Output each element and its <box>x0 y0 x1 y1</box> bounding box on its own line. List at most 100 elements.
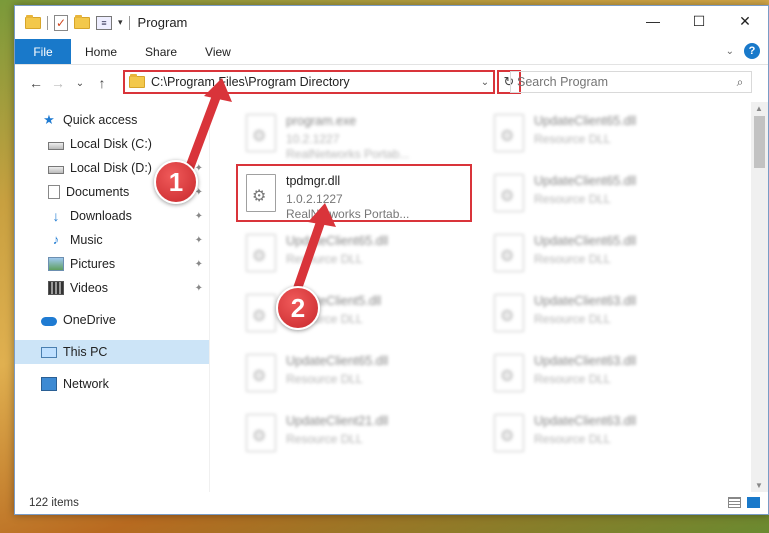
file-item[interactable]: UpdateClient65.dll Resource DLL <box>238 348 474 406</box>
address-path[interactable]: C:\Program Files\Program Directory <box>151 75 477 89</box>
sidebar-item-pictures[interactable]: Pictures ✦ <box>15 252 209 276</box>
ribbon-tabs: File Home Share View ⌄ ? <box>15 39 768 65</box>
pin-icon[interactable]: ✦ <box>195 139 203 150</box>
file-name: UpdateClient63.dll <box>534 294 637 308</box>
item-count: 122 items <box>29 497 79 509</box>
file-description: Resource DLL <box>286 432 363 446</box>
computer-icon <box>41 346 57 358</box>
search-input[interactable] <box>517 75 729 89</box>
up-button[interactable]: ↑ <box>91 75 113 91</box>
properties-check-icon[interactable]: ✓ <box>54 14 68 31</box>
file-item[interactable]: UpdateClient63.dll Resource DLL <box>486 348 722 406</box>
network-icon <box>41 377 57 391</box>
vertical-scrollbar[interactable]: ▲ ▼ <box>751 102 768 492</box>
tab-home[interactable]: Home <box>71 39 131 64</box>
file-name: UpdateClient65.dll <box>534 114 637 128</box>
step-1-marker: 1 <box>154 160 198 204</box>
file-item[interactable]: UpdateClient63.dll Resource DLL <box>486 288 722 346</box>
disk-icon <box>48 141 64 150</box>
scroll-down-icon[interactable]: ▼ <box>755 481 763 490</box>
title-bar: ✓ ≡ ▾ Program — ☐ ✕ <box>15 6 768 39</box>
pin-icon[interactable]: ✦ <box>195 211 203 222</box>
file-name: UpdateClient63.dll <box>534 414 637 428</box>
dll-file-icon <box>494 354 524 392</box>
file-name: UpdateClient21.dll <box>286 414 389 428</box>
explorer-window: ✓ ≡ ▾ Program — ☐ ✕ File Home Share View… <box>14 5 769 515</box>
scroll-up-icon[interactable]: ▲ <box>755 104 763 113</box>
tab-view[interactable]: View <box>191 39 245 64</box>
step-2-marker: 2 <box>276 286 320 330</box>
separator <box>47 15 48 30</box>
file-item[interactable]: UpdateClient5.dll Resource DLL <box>238 288 474 346</box>
folder-icon <box>25 14 41 29</box>
address-bar[interactable]: C:\Program Files\Program Directory ⌄ <box>123 70 495 94</box>
sidebar-item-videos[interactable]: Videos ✦ <box>15 276 209 300</box>
file-description: Resource DLL <box>534 132 611 146</box>
sidebar-item-network[interactable]: Network <box>15 372 209 396</box>
dll-file-icon <box>246 294 276 332</box>
file-description: Resource DLL <box>534 252 611 266</box>
highlight-box <box>236 164 472 222</box>
recent-locations-icon[interactable]: ⌄ <box>69 78 91 89</box>
file-name: UpdateClient65.dll <box>534 174 637 188</box>
file-item[interactable]: UpdateClient63.dll Resource DLL <box>486 408 722 466</box>
dll-file-icon <box>494 174 524 212</box>
file-name: UpdateClient65.dll <box>286 354 389 368</box>
tab-share[interactable]: Share <box>131 39 191 64</box>
sidebar-item-quick-access[interactable]: ★ Quick access <box>15 108 209 132</box>
customize-icon[interactable]: ≡ <box>96 15 112 30</box>
search-icon[interactable]: ⌕ <box>729 75 751 90</box>
navigation-bar: ← → ⌄ ↑ C:\Program Files\Program Directo… <box>15 65 768 101</box>
file-item[interactable]: UpdateClient65.dll Resource DLL <box>486 108 722 166</box>
qa-dropdown-icon[interactable]: ▾ <box>118 17 123 28</box>
tab-file[interactable]: File <box>15 39 71 64</box>
sidebar-item-local-disk-c[interactable]: Local Disk (C:) ✦ <box>15 132 209 156</box>
document-icon <box>48 185 60 199</box>
download-icon: ↓ <box>52 208 60 224</box>
file-description: Resource DLL <box>286 252 363 266</box>
file-name: program.exe <box>286 114 357 128</box>
close-button[interactable]: ✕ <box>722 6 768 36</box>
sidebar-item-onedrive[interactable]: OneDrive <box>15 308 209 332</box>
pin-icon[interactable]: ✦ <box>195 283 203 294</box>
new-folder-icon[interactable] <box>74 14 90 29</box>
minimize-button[interactable]: — <box>630 6 676 36</box>
sidebar-item-label: Local Disk (C:) <box>70 137 152 151</box>
sidebar-item-music[interactable]: ♪ Music ✦ <box>15 228 209 252</box>
back-button[interactable]: ← <box>25 75 47 91</box>
dll-file-icon <box>246 234 276 272</box>
sidebar-item-downloads[interactable]: ↓ Downloads ✦ <box>15 204 209 228</box>
file-name: UpdateClient63.dll <box>534 354 637 368</box>
sidebar-item-label: This PC <box>63 345 108 359</box>
quick-access-toolbar: ✓ ≡ ▾ <box>15 14 130 31</box>
pin-icon[interactable]: ✦ <box>195 235 203 246</box>
forward-button[interactable]: → <box>47 75 69 91</box>
file-item[interactable]: program.exe 10.2.1227 RealNetworks Porta… <box>238 108 474 166</box>
sidebar-item-label: Local Disk (D:) <box>70 161 152 175</box>
address-dropdown-icon[interactable]: ⌄ <box>477 77 493 88</box>
pictures-icon <box>48 257 64 271</box>
cloud-icon <box>41 317 57 326</box>
details-view-icon[interactable] <box>728 497 741 508</box>
dll-file-icon <box>246 354 276 392</box>
file-version: 10.2.1227 <box>286 132 340 146</box>
file-name: UpdateClient65.dll <box>534 234 637 248</box>
sidebar-item-this-pc[interactable]: This PC <box>15 340 209 364</box>
scroll-thumb[interactable] <box>754 116 765 168</box>
search-box[interactable]: ⌕ <box>510 71 752 93</box>
tiles-view-icon[interactable] <box>747 497 760 508</box>
content-area: ★ Quick access Local Disk (C:) ✦ Local D… <box>15 102 768 492</box>
expand-ribbon-icon[interactable]: ⌄ <box>726 46 734 57</box>
help-icon[interactable]: ? <box>744 43 760 59</box>
pin-icon[interactable]: ✦ <box>195 259 203 270</box>
file-item[interactable]: UpdateClient65.dll Resource DLL <box>238 228 474 286</box>
star-icon: ★ <box>43 112 55 127</box>
file-item[interactable]: UpdateClient65.dll Resource DLL <box>486 228 722 286</box>
maximize-button[interactable]: ☐ <box>676 6 722 36</box>
file-item[interactable]: UpdateClient21.dll Resource DLL <box>238 408 474 466</box>
sidebar-item-label: Downloads <box>70 209 132 223</box>
folder-icon <box>129 74 145 88</box>
executable-file-icon <box>246 114 276 152</box>
file-item[interactable]: UpdateClient65.dll Resource DLL <box>486 168 722 226</box>
window-title: Program <box>137 15 188 30</box>
